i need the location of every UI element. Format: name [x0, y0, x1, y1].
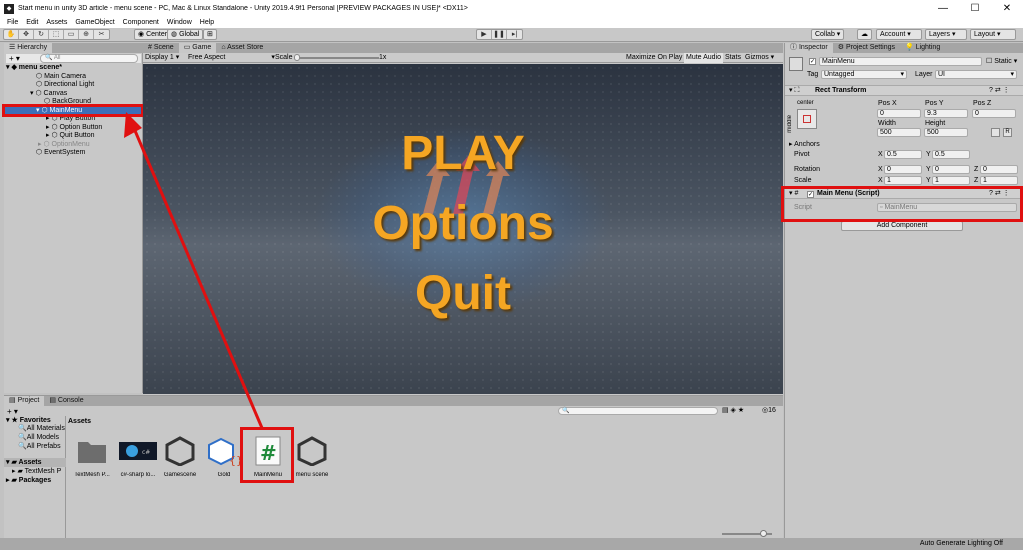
status-bar: Auto Generate Lighting Off — [0, 538, 1023, 550]
lighting-status: Auto Generate Lighting Off — [919, 540, 1003, 547]
annotation-arrow — [124, 112, 264, 429]
